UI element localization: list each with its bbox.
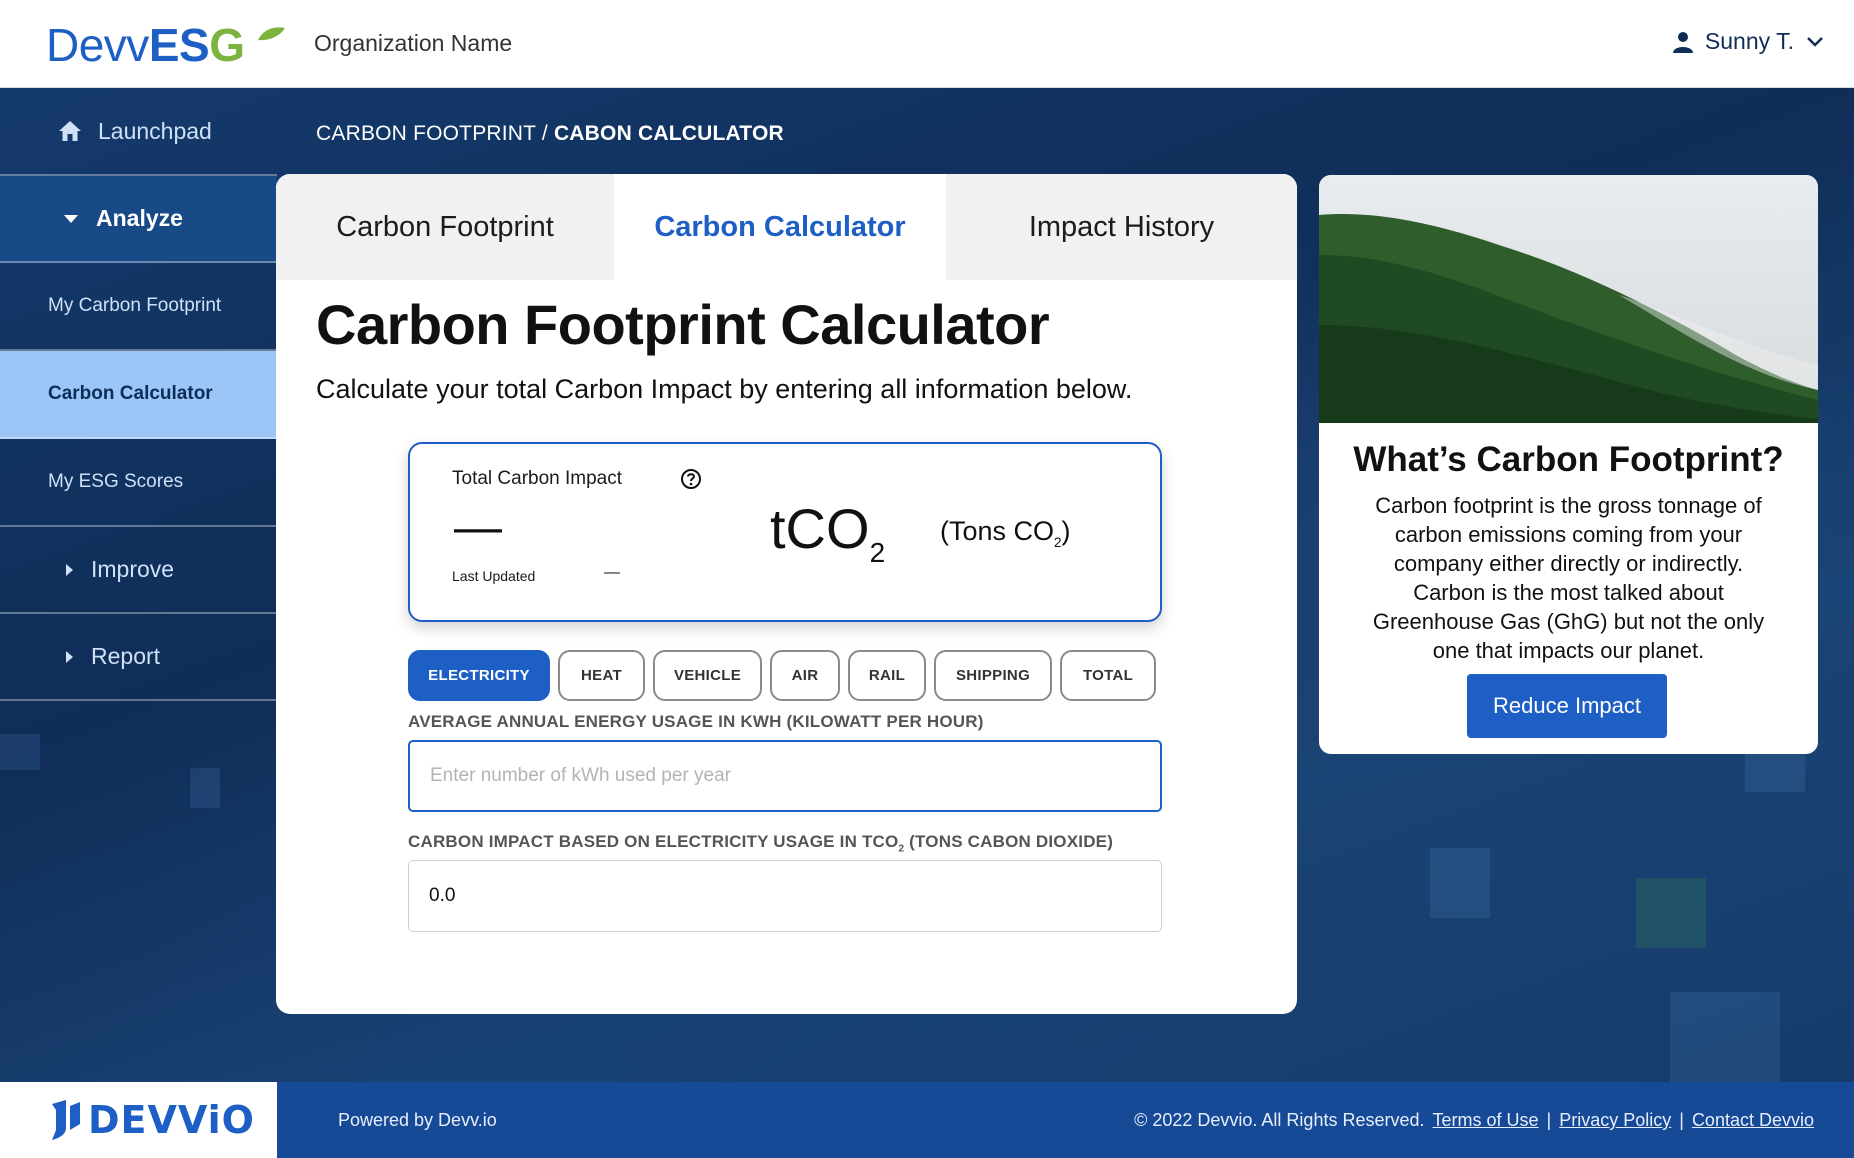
impact-label: Total Carbon Impact [452,468,623,489]
tab-impact-history[interactable]: Impact History [946,174,1297,280]
contact-devvio-link[interactable]: Contact Devvio [1692,1110,1814,1131]
breadcrumb-current: CABON CALCULATOR [553,122,784,145]
legal-links: © 2022 Devvio. All Rights Reserved. Term… [1134,1110,1814,1131]
footer-logo-text: DEVViO [88,1098,255,1142]
sidebar-item-carbon-calculator[interactable]: Carbon Calculator [0,351,277,439]
sidebar-nav: Launchpad Analyze My Carbon Footprint Ca… [0,88,277,708]
info-card: What’s Carbon Footprint? Carbon footprin… [1319,175,1818,754]
unit-description: (Tons CO2) [940,516,1071,550]
category-pills: ELECTRICITY HEAT VEHICLE AIR RAIL SHIPPI… [408,650,1156,701]
powered-by: Powered by Devv.io [338,1110,497,1130]
devvio-logo[interactable]: DEVViO [0,1082,277,1158]
breadcrumb-separator: / [535,122,554,145]
sidebar-item-label: My ESG Scores [48,471,184,492]
sidebar-item-analyze[interactable]: Analyze [0,176,277,263]
help-icon[interactable] [680,468,702,490]
pill-rail[interactable]: RAIL [848,650,926,701]
pill-heat[interactable]: HEAT [558,650,645,701]
breadcrumb-parent[interactable]: CARBON FOOTPRINT [316,122,536,145]
leaf-icon [258,27,285,41]
carbon-impact-label: CARBON IMPACT BASED ON ELECTRICITY USAGE… [408,832,1114,855]
caret-right-icon [66,563,73,576]
sidebar-item-label: Report [91,643,161,669]
breadcrumb: CARBON FOOTPRINT / CABON CALCULATOR [316,122,784,146]
carbon-impact-output: 0.0 [408,860,1162,932]
impact-value: — [454,501,502,554]
unit-symbol: tCO2 [770,497,886,568]
reduce-impact-button[interactable]: Reduce Impact [1467,674,1667,738]
forest-image [1319,175,1818,423]
user-icon [1672,31,1693,53]
info-title: What’s Carbon Footprint? [1353,440,1784,479]
user-name: Sunny T. [1704,28,1794,54]
chevron-down-icon [1807,36,1823,47]
divider: | [1679,1110,1684,1130]
sidebar-item-report[interactable]: Report [0,614,277,701]
sidebar-item-label: My Carbon Footprint [48,295,222,316]
info-text: Carbon footprint is the gross tonnage of… [1372,493,1765,663]
energy-usage-input[interactable] [408,740,1162,812]
caret-right-icon [66,650,73,663]
user-menu[interactable]: Sunny T. [1672,28,1824,55]
page-subtitle: Calculate your total Carbon Impact by en… [316,374,1133,404]
tab-carbon-calculator[interactable]: Carbon Calculator [614,174,946,280]
tab-carbon-footprint[interactable]: Carbon Footprint [276,174,614,280]
pill-vehicle[interactable]: VEHICLE [653,650,762,701]
footer: DEVViO Powered by Devv.io © 2022 Devvio.… [0,1082,1854,1158]
divider: | [1546,1110,1552,1130]
devvio-mark-icon [52,1100,80,1140]
pill-total[interactable]: TOTAL [1060,650,1156,701]
sidebar-item-launchpad[interactable]: Launchpad [0,88,277,176]
devvesg-logo[interactable]: DevvESG [46,20,285,70]
tab-bar: Carbon Footprint Carbon Calculator Impac… [276,174,1297,280]
home-icon [59,121,81,141]
pill-shipping[interactable]: SHIPPING [934,650,1052,701]
energy-usage-label: AVERAGE ANNUAL ENERGY USAGE IN KWH (KILO… [408,712,984,731]
pill-air[interactable]: AIR [770,650,840,701]
last-updated-label: Last Updated [452,568,536,584]
top-header: DevvESG Organization Name Sunny T. [0,0,1854,88]
sidebar-item-my-esg-scores[interactable]: My ESG Scores [0,439,277,527]
sidebar-item-my-carbon-footprint[interactable]: My Carbon Footprint [0,263,277,351]
sidebar-item-label: Improve [91,556,175,582]
last-updated-value: — [604,564,620,581]
total-impact-panel: Total Carbon Impact — Last Updated — tCO… [408,442,1162,622]
sidebar-item-label: Carbon Calculator [48,383,213,404]
sidebar-item-improve[interactable]: Improve [0,527,277,614]
caret-down-icon [64,214,78,223]
terms-of-use-link[interactable]: Terms of Use [1433,1110,1539,1131]
calculator-card: Carbon Footprint Carbon Calculator Impac… [276,174,1297,1014]
sidebar-item-label: Launchpad [98,117,212,144]
page-title: Carbon Footprint Calculator [316,293,1050,356]
privacy-policy-link[interactable]: Privacy Policy [1559,1110,1671,1131]
organization-name: Organization Name [314,30,513,56]
sidebar-item-label: Analyze [96,205,183,231]
pill-electricity[interactable]: ELECTRICITY [408,650,550,701]
copyright: © 2022 Devvio. All Rights Reserved. [1134,1110,1425,1130]
